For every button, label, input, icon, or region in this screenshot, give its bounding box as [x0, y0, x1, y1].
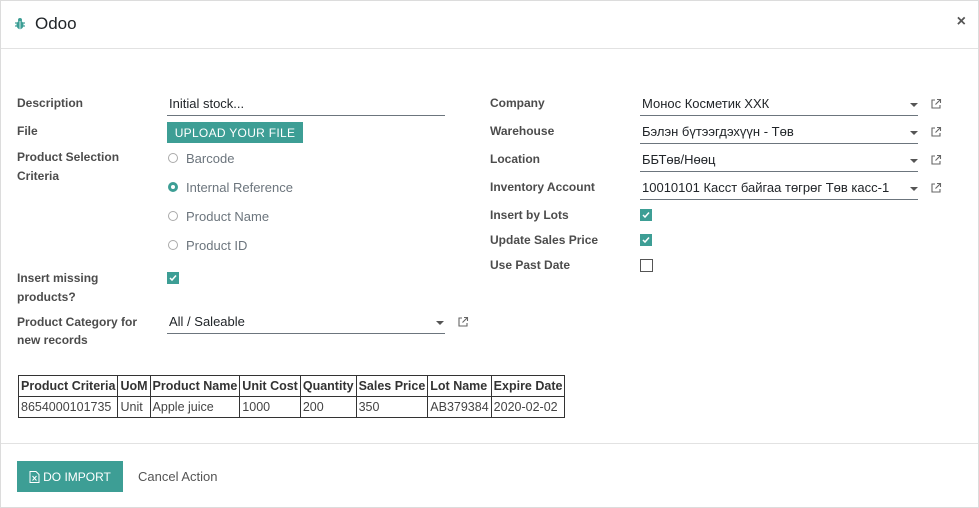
close-icon[interactable]: × — [957, 13, 966, 31]
radio-internal-reference[interactable]: Internal Reference — [168, 179, 293, 195]
insert-by-lots-label: Insert by Lots — [490, 208, 569, 222]
chevron-down-icon — [910, 131, 918, 135]
selection-criteria-label-2: Criteria — [17, 169, 60, 183]
radio-button-selected[interactable] — [168, 182, 178, 192]
category-select[interactable]: All / Saleable — [167, 312, 445, 334]
warehouse-value: Бэлэн бүтээгдэхүүн - Төв — [642, 124, 794, 139]
inventory-account-select[interactable]: 10010101 Касст байгаа төгрөг Төв касс-1 — [640, 178, 918, 200]
chevron-down-icon — [910, 103, 918, 107]
use-past-date-label: Use Past Date — [490, 258, 571, 272]
external-link-icon[interactable] — [930, 126, 942, 138]
company-value: Монос Косметик ХХК — [642, 96, 770, 111]
insert-missing-label-1: Insert missing — [17, 271, 99, 285]
upload-file-button[interactable]: UPLOAD YOUR FILE — [167, 122, 303, 143]
external-link-icon[interactable] — [930, 98, 942, 110]
table-cell: Apple juice — [149, 396, 241, 418]
description-value: Initial stock... — [169, 96, 245, 111]
external-link-icon[interactable] — [930, 154, 942, 166]
radio-product-name[interactable]: Product Name — [168, 208, 269, 224]
insert-by-lots-checkbox[interactable] — [640, 209, 652, 221]
cancel-action-button[interactable]: Cancel Action — [138, 469, 218, 484]
column-header: Product Criteria — [17, 375, 119, 397]
column-header: Expire Date — [490, 375, 566, 397]
warehouse-label: Warehouse — [490, 124, 555, 138]
dialog-header: Odoo × — [1, 1, 978, 49]
external-link-icon[interactable] — [930, 182, 942, 194]
category-value: All / Saleable — [169, 314, 245, 329]
column-header: Quantity — [299, 375, 357, 397]
table-cell: 2020-02-02 — [490, 396, 566, 418]
check-icon — [169, 275, 177, 282]
table-cell: AB379384 — [427, 396, 492, 418]
radio-button[interactable] — [168, 153, 178, 163]
chevron-down-icon — [910, 187, 918, 191]
external-link-icon[interactable] — [457, 316, 469, 328]
chevron-down-icon — [910, 159, 918, 163]
dialog-title: Odoo — [35, 14, 77, 33]
table-header-row: Product Criteria UoM Product Name Unit C… — [17, 375, 566, 397]
column-header: Unit Cost — [239, 375, 301, 397]
inventory-account-label: Inventory Account — [490, 180, 595, 194]
column-header: UoM — [117, 375, 151, 397]
do-import-button[interactable]: DO IMPORT — [17, 461, 123, 492]
check-icon — [642, 237, 650, 244]
category-label-1: Product Category for — [17, 315, 138, 329]
chevron-down-icon — [436, 321, 444, 325]
location-value: ББТөв/Нөөц — [642, 152, 716, 167]
table-row: 8654000101735 Unit Apple juice 1000 200 … — [17, 396, 566, 418]
column-header: Lot Name — [427, 375, 492, 397]
use-past-date-checkbox[interactable] — [640, 259, 653, 272]
bug-icon — [15, 18, 25, 30]
inventory-account-value: 10010101 Касст байгаа төгрөг Төв касс-1 — [642, 180, 890, 195]
company-label: Company — [490, 96, 545, 110]
radio-label: Barcode — [186, 150, 235, 166]
radio-label: Internal Reference — [186, 179, 293, 195]
table-cell: 350 — [355, 396, 429, 418]
radio-button[interactable] — [168, 211, 178, 221]
description-label: Description — [17, 96, 84, 110]
warehouse-select[interactable]: Бэлэн бүтээгдэхүүн - Төв — [640, 122, 918, 144]
insert-missing-checkbox[interactable] — [167, 272, 179, 284]
table-cell: 8654000101735 — [17, 396, 119, 418]
check-icon — [642, 212, 650, 219]
table-cell: 200 — [299, 396, 357, 418]
description-input[interactable]: Initial stock... — [167, 94, 445, 116]
location-select[interactable]: ББТөв/Нөөц — [640, 150, 918, 172]
category-label-2: new records — [17, 333, 88, 347]
radio-barcode[interactable]: Barcode — [168, 150, 234, 166]
do-import-label: DO IMPORT — [43, 469, 111, 484]
company-select[interactable]: Монос Косметик ХХК — [640, 94, 918, 116]
import-dialog: Odoo × Description Initial stock... File… — [0, 0, 979, 508]
dialog-footer: DO IMPORT Cancel Action — [1, 443, 978, 508]
import-preview-table: Product Criteria UoM Product Name Unit C… — [17, 375, 566, 418]
table-cell: 1000 — [239, 396, 301, 418]
radio-button[interactable] — [168, 240, 178, 250]
update-sales-price-label: Update Sales Price — [490, 233, 599, 247]
selection-criteria-label-1: Product Selection — [17, 150, 120, 164]
insert-missing-label-2: products? — [17, 290, 76, 304]
radio-product-id[interactable]: Product ID — [168, 237, 247, 253]
file-label: File — [17, 124, 38, 138]
column-header: Product Name — [149, 375, 241, 397]
update-sales-price-checkbox[interactable] — [640, 234, 652, 246]
table-cell: Unit — [117, 396, 151, 418]
file-excel-icon — [29, 470, 40, 483]
column-header: Sales Price — [355, 375, 429, 397]
location-label: Location — [490, 152, 540, 166]
radio-label: Product ID — [186, 237, 248, 253]
radio-label: Product Name — [186, 208, 270, 224]
